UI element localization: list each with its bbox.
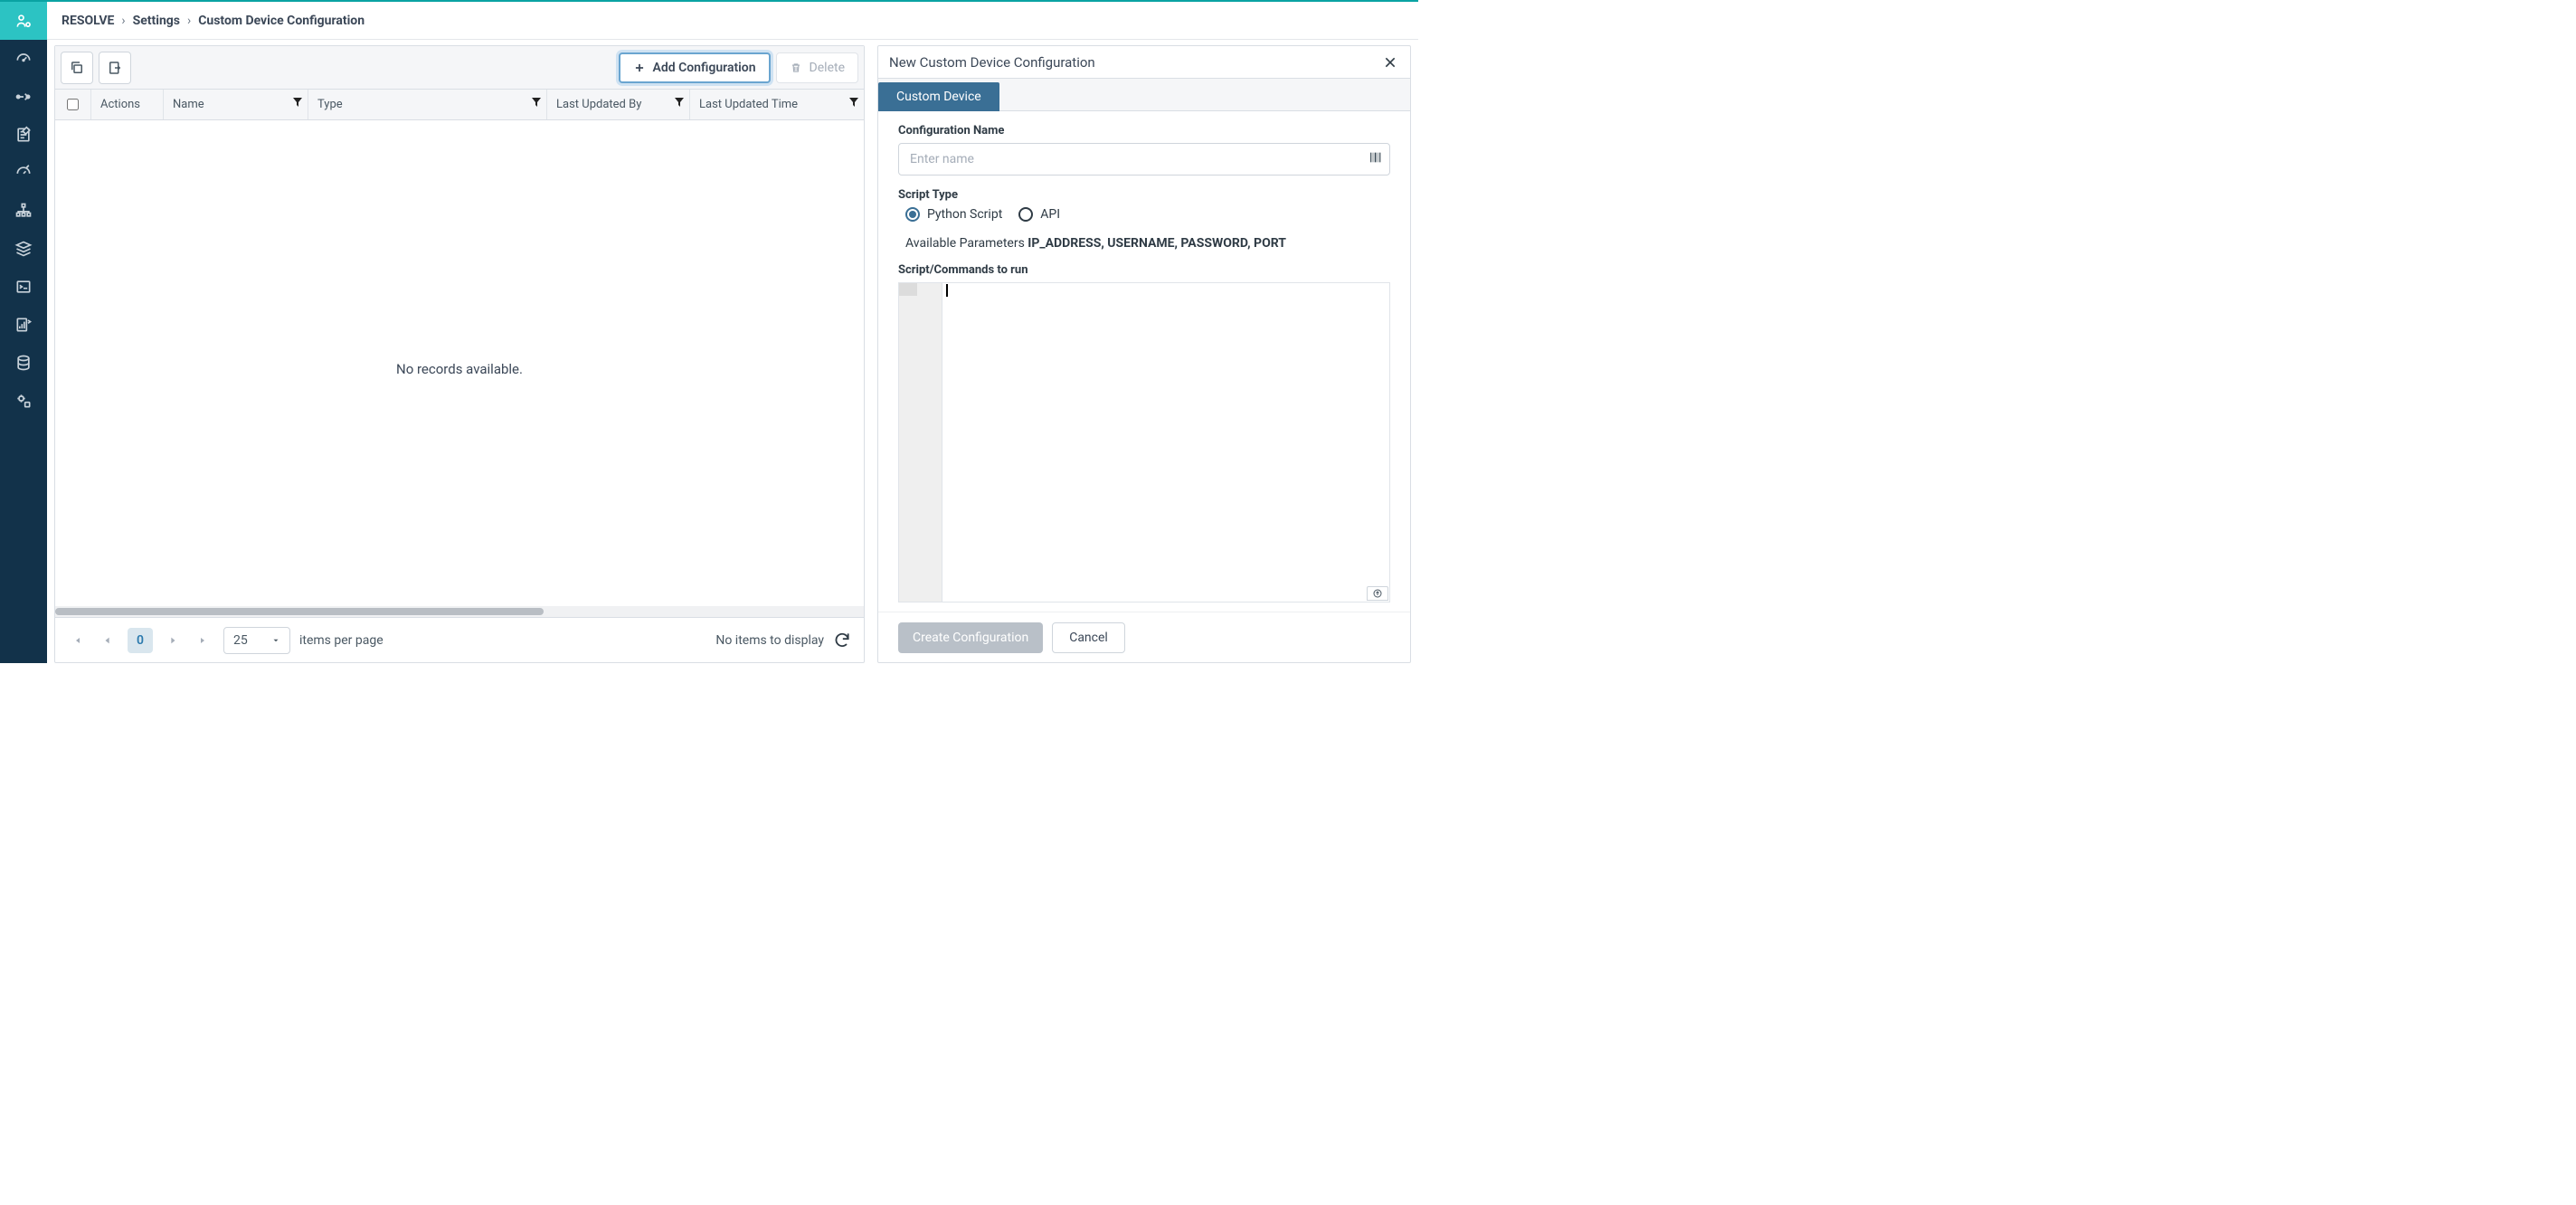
- side-panel-title: New Custom Device Configuration: [889, 54, 1095, 71]
- radio-python-script[interactable]: Python Script: [905, 207, 1002, 222]
- nav-item-integrations[interactable]: [0, 78, 47, 116]
- radio-api[interactable]: API: [1018, 207, 1060, 222]
- crumb-app[interactable]: RESOLVE: [62, 14, 114, 28]
- close-button[interactable]: [1381, 53, 1399, 71]
- delete-label: Delete: [810, 61, 845, 75]
- editor-body[interactable]: [942, 283, 1389, 602]
- chevron-down-icon: [271, 636, 280, 645]
- side-panel-footer: Create Configuration Cancel: [878, 612, 1410, 662]
- side-panel-tabs: Custom Device: [878, 79, 1410, 111]
- pager: 0 25 items per page No items to display: [55, 617, 864, 662]
- empty-message: No records available.: [396, 361, 523, 377]
- scrollbar-thumb[interactable]: [55, 608, 544, 615]
- per-page-label: items per page: [299, 633, 384, 648]
- export-button[interactable]: [99, 52, 131, 84]
- nav-item-database[interactable]: [0, 344, 47, 382]
- col-name[interactable]: Name: [164, 90, 308, 119]
- script-editor[interactable]: [898, 282, 1390, 602]
- script-type-radios: Python Script API: [898, 207, 1390, 222]
- nav-item-terminal[interactable]: [0, 268, 47, 306]
- filter-icon[interactable]: [849, 97, 858, 110]
- nav-item-performance[interactable]: [0, 154, 47, 192]
- col-checkbox: [55, 90, 91, 119]
- page-size-select[interactable]: 25: [223, 627, 290, 654]
- script-label: Script/Commands to run: [898, 263, 1390, 277]
- col-updated-by[interactable]: Last Updated By: [547, 90, 690, 119]
- cancel-button[interactable]: Cancel: [1052, 622, 1125, 653]
- breadcrumb: RESOLVE › Settings › Custom Device Confi…: [47, 2, 1418, 40]
- barcode-icon[interactable]: [1368, 150, 1383, 168]
- expand-editor-button[interactable]: [1367, 586, 1388, 601]
- refresh-button[interactable]: [833, 631, 853, 650]
- script-type-label: Script Type: [898, 188, 1390, 202]
- chevron-right-icon: ›: [121, 14, 125, 28]
- horizontal-scrollbar[interactable]: [55, 606, 864, 617]
- form-area: Configuration Name Script Type Python Sc…: [878, 111, 1410, 612]
- chevron-right-icon: ›: [187, 14, 191, 28]
- filter-icon[interactable]: [675, 97, 684, 110]
- create-configuration-button[interactable]: Create Configuration: [898, 622, 1043, 653]
- sidebar: [0, 2, 47, 663]
- crumb-section[interactable]: Settings: [133, 14, 180, 28]
- page-next-button[interactable]: [162, 630, 184, 651]
- page-prev-button[interactable]: [97, 630, 118, 651]
- col-actions[interactable]: Actions: [91, 90, 164, 119]
- table-header: Actions Name Type Last Updated By Last U…: [55, 90, 864, 120]
- table-toolbar: Add Configuration Delete: [55, 46, 864, 90]
- page-first-button[interactable]: [66, 630, 88, 651]
- nav-item-notes[interactable]: [0, 116, 47, 154]
- tab-custom-device[interactable]: Custom Device: [878, 82, 999, 111]
- side-panel: New Custom Device Configuration Custom D…: [877, 45, 1411, 663]
- nav-item-layers[interactable]: [0, 230, 47, 268]
- table-body: No records available.: [55, 120, 864, 617]
- page-number[interactable]: 0: [128, 628, 153, 653]
- editor-cursor: [946, 284, 948, 297]
- pager-status: No items to display: [715, 633, 824, 648]
- add-configuration-button[interactable]: Add Configuration: [619, 52, 771, 83]
- editor-gutter: [899, 283, 942, 602]
- nav-item-settings[interactable]: [0, 382, 47, 420]
- side-panel-header: New Custom Device Configuration: [878, 46, 1410, 79]
- nav-item-network[interactable]: [0, 192, 47, 230]
- col-type[interactable]: Type: [308, 90, 547, 119]
- config-name-input[interactable]: [898, 143, 1390, 176]
- col-updated-time[interactable]: Last Updated Time: [690, 90, 864, 119]
- filter-icon[interactable]: [293, 97, 302, 110]
- copy-button[interactable]: [61, 52, 93, 84]
- nav-item-reports[interactable]: [0, 306, 47, 344]
- available-params: Available Parameters IP_ADDRESS, USERNAM…: [898, 236, 1390, 251]
- page-last-button[interactable]: [193, 630, 214, 651]
- filter-icon[interactable]: [532, 97, 541, 110]
- delete-button: Delete: [776, 52, 858, 83]
- add-configuration-label: Add Configuration: [653, 61, 756, 75]
- nav-item-dashboard[interactable]: [0, 40, 47, 78]
- crumb-current: Custom Device Configuration: [198, 14, 365, 28]
- select-all-checkbox[interactable]: [67, 99, 79, 110]
- configurations-panel: Add Configuration Delete Actions Name: [54, 45, 865, 663]
- nav-item-home[interactable]: [0, 2, 47, 40]
- config-name-label: Configuration Name: [898, 124, 1390, 138]
